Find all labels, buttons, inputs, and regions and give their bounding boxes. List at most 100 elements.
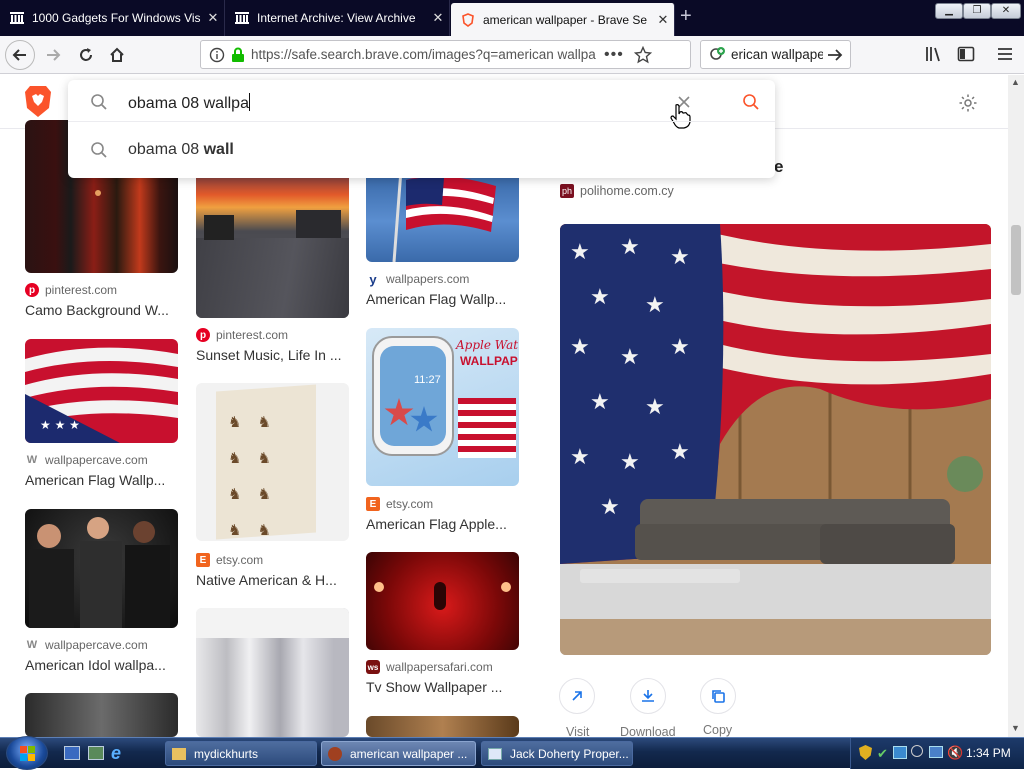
settings-gear-icon[interactable] (958, 93, 978, 113)
close-tab-icon[interactable]: ✕ (427, 10, 449, 26)
internet-explorer-icon[interactable]: e (111, 743, 121, 764)
result-image-native-american[interactable]: ♞♞ ♞♞ ♞♞ ♞♞ (196, 383, 349, 541)
close-tab-icon[interactable]: ✕ (202, 10, 224, 26)
windows-taskbar: e mydickhurts american wallpaper ... Jac… (0, 736, 1024, 770)
bookmark-star-icon[interactable] (633, 45, 652, 64)
svg-text:★: ★ (590, 285, 610, 310)
suggestion-prefix: obama 08 (128, 141, 204, 158)
result-image-partial[interactable] (366, 716, 519, 737)
result-caption[interactable]: Tv Show Wallpaper ... (366, 679, 502, 695)
url-text: https://safe.search.brave.com/images?q=a… (251, 47, 596, 62)
result-source[interactable]: Eetsy.com (366, 497, 433, 511)
network-tray-icon[interactable] (893, 746, 907, 759)
result-caption[interactable]: American Flag Apple... (366, 516, 507, 532)
page-actions-icon[interactable]: ••• (604, 46, 624, 64)
brave-shield-icon (462, 12, 474, 27)
result-image-apple-watch[interactable]: 11:27 Apple Wat WALLPAP (366, 328, 519, 486)
result-caption[interactable]: Camo Background W... (25, 302, 169, 318)
taskbar-item-folder[interactable]: mydickhurts (165, 741, 317, 766)
go-arrow-icon[interactable] (827, 48, 843, 62)
scrollbar-thumb[interactable] (1011, 225, 1021, 295)
copy-button[interactable] (700, 678, 736, 714)
result-image-partial[interactable] (25, 693, 178, 737)
sidebar-icon[interactable] (957, 45, 975, 63)
search-submit-icon[interactable] (742, 93, 760, 111)
back-button[interactable] (5, 40, 35, 70)
info-icon[interactable] (209, 47, 225, 63)
forward-button[interactable] (38, 40, 68, 70)
close-tab-icon[interactable]: ✕ (652, 12, 674, 28)
show-desktop-icon[interactable] (64, 746, 80, 760)
result-source[interactable]: Eetsy.com (196, 553, 263, 567)
preview-title: e (774, 157, 784, 176)
result-caption[interactable]: American Flag Wallp... (366, 291, 506, 307)
download-icon (642, 690, 654, 702)
window-icon (488, 747, 502, 760)
suggestion-item[interactable]: obama 08 wall (68, 130, 775, 170)
reload-icon (80, 48, 92, 61)
search-icon (91, 142, 107, 158)
volume-muted-icon[interactable]: 🔇 (947, 745, 963, 761)
home-icon (110, 47, 124, 62)
svg-text:★: ★ (600, 495, 620, 520)
new-tab-button[interactable]: + (680, 6, 692, 26)
result-caption[interactable]: American Flag Wallp... (25, 472, 165, 488)
clock[interactable]: 1:34 PM (966, 746, 1011, 760)
tab-internet-archive[interactable]: Internet Archive: View Archive ✕ (225, 0, 450, 36)
pinterest-icon: p (196, 328, 210, 342)
tab-american-wallpaper[interactable]: american wallpaper - Brave Se ✕ (451, 3, 675, 36)
result-source[interactable]: y wallpapers.com (366, 272, 469, 287)
preview-image[interactable]: ★★★ ★★ ★★★ ★★ ★★★ ★★ (560, 224, 991, 655)
result-image-forest[interactable] (196, 608, 349, 737)
svg-text:★: ★ (570, 335, 590, 360)
checkmark-icon[interactable]: ✔ (877, 746, 888, 762)
result-source[interactable]: ws wallpapersafari.com (366, 660, 493, 674)
preview-source[interactable]: ph polihome.com.cy (560, 184, 674, 198)
svg-text:★: ★ (645, 395, 665, 420)
minimize-button[interactable]: ▁ (935, 3, 963, 19)
result-image-american-idol[interactable] (25, 509, 178, 628)
tab-label: Internet Archive: View Archive (257, 11, 416, 25)
wallpapercave-icon: W (25, 453, 39, 467)
library-icon[interactable] (925, 45, 943, 63)
close-window-button[interactable]: ✕ (991, 3, 1021, 19)
browser-search-box[interactable]: erican wallpape (700, 40, 851, 69)
reload-button[interactable] (71, 40, 101, 70)
security-shield-icon[interactable] (859, 745, 872, 760)
result-source[interactable]: Wwallpapercave.com (25, 453, 148, 467)
result-source[interactable]: Wwallpapercave.com (25, 638, 148, 652)
result-image-tv-show[interactable] (366, 552, 519, 650)
result-caption[interactable]: Sunset Music, Life In ... (196, 347, 342, 363)
browser-icon (328, 746, 342, 761)
menu-icon[interactable] (996, 45, 1014, 63)
archive-icon (10, 12, 24, 24)
svg-text:★: ★ (645, 293, 665, 318)
tab-label: 1000 Gadgets For Windows Vis (32, 11, 201, 25)
monitor-icon[interactable] (929, 746, 943, 758)
result-image-sunset[interactable] (196, 160, 349, 318)
tray-app-icon[interactable] (911, 745, 923, 757)
maximize-button[interactable]: ❐ (963, 3, 991, 19)
taskbar-item-document[interactable]: Jack Doherty Proper... (481, 741, 633, 766)
scroll-down-arrow-icon[interactable]: ▼ (1011, 723, 1020, 733)
result-source[interactable]: p pinterest.com (196, 328, 288, 342)
window-switcher-icon[interactable] (88, 746, 104, 760)
folder-icon (172, 747, 186, 760)
scroll-up-arrow-icon[interactable]: ▲ (1011, 77, 1020, 87)
result-caption[interactable]: American Idol wallpa... (25, 657, 166, 673)
svg-text:★: ★ (620, 345, 640, 370)
start-button[interactable] (6, 736, 48, 770)
visit-button[interactable] (559, 678, 595, 714)
result-caption[interactable]: Native American & H... (196, 572, 337, 588)
result-source[interactable]: p pinterest.com (25, 283, 117, 297)
home-button[interactable] (102, 40, 132, 70)
page-scrollbar[interactable]: ▲ ▼ (1008, 75, 1024, 737)
svg-text:★: ★ (620, 235, 640, 260)
brave-logo-icon[interactable] (23, 84, 53, 118)
result-image-flag[interactable]: ★ ★ ★ (25, 339, 178, 443)
taskbar-item-browser[interactable]: american wallpaper ... (321, 741, 476, 766)
search-input[interactable]: obama 08 wallpa (128, 93, 250, 113)
address-bar[interactable]: https://safe.search.brave.com/images?q=a… (200, 40, 691, 69)
download-button[interactable] (630, 678, 666, 714)
tab-gadgets[interactable]: 1000 Gadgets For Windows Vis ✕ (0, 0, 225, 36)
